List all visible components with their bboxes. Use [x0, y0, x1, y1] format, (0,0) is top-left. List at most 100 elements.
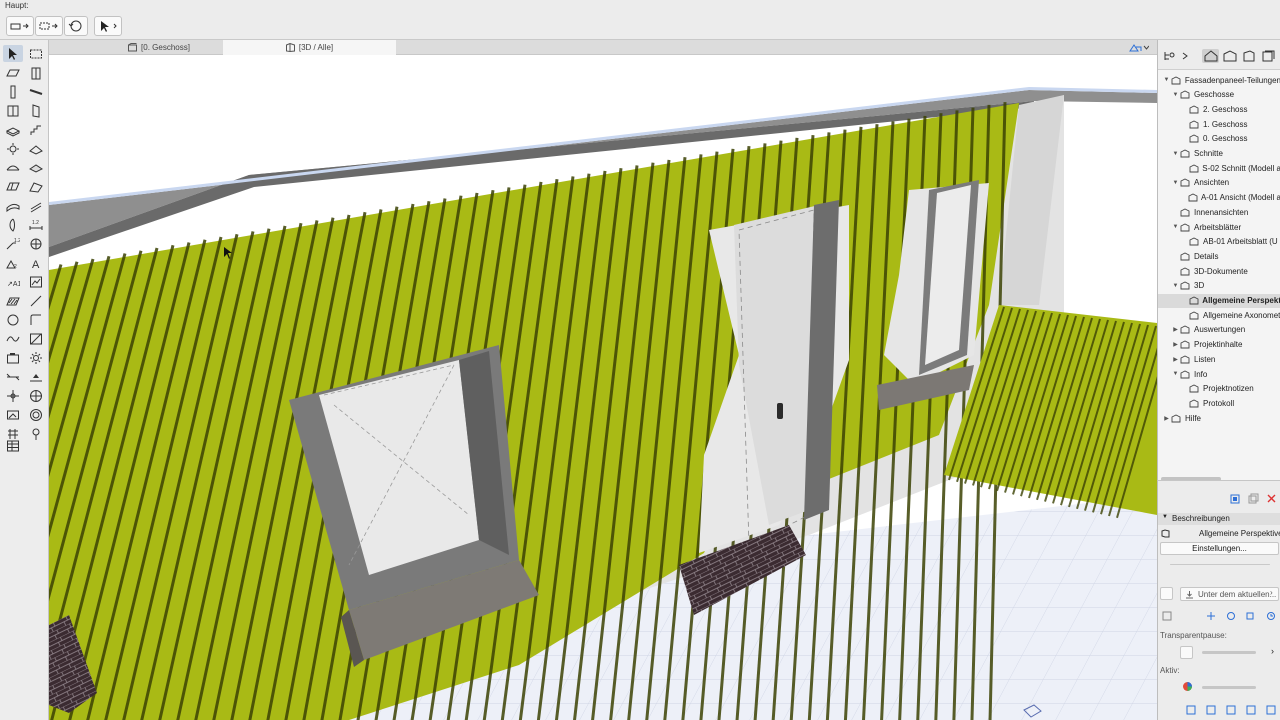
chevron-right-icon[interactable]: ▶: [1171, 341, 1180, 348]
bottom-action-icon[interactable]: [1246, 705, 1256, 717]
tree-item[interactable]: ▶ Hilfe: [1158, 411, 1280, 425]
camera-tool-icon[interactable]: [3, 349, 23, 366]
navigator-expand-button[interactable]: [1176, 49, 1193, 63]
circle-tool-icon[interactable]: [3, 311, 23, 328]
morph-tool-icon[interactable]: [26, 178, 46, 195]
level-dimension-icon[interactable]: 1.2: [3, 235, 23, 252]
stacked-views-icon[interactable]: [3, 437, 23, 454]
tree-item[interactable]: ▼ 3D: [1158, 279, 1280, 293]
chevron-down-icon[interactable]: ▼: [1171, 151, 1180, 157]
chevron-down-icon[interactable]: ▼: [1162, 77, 1171, 83]
transparency-swatch[interactable]: [1180, 646, 1193, 659]
selection-mode-button[interactable]: [35, 16, 63, 36]
interior-elevation-icon[interactable]: [3, 387, 23, 404]
lamp-tool-icon[interactable]: [3, 140, 23, 157]
tree-item[interactable]: Protokoll: [1158, 396, 1280, 410]
change-marker-icon[interactable]: [26, 406, 46, 423]
bottom-action-icon[interactable]: [1226, 705, 1236, 717]
pin-tool-icon[interactable]: [26, 425, 46, 442]
active-slider[interactable]: [1202, 686, 1256, 689]
tree-item[interactable]: ▶ Projektinhalte: [1158, 338, 1280, 352]
shell-tool-icon[interactable]: [3, 159, 23, 176]
refresh-icon[interactable]: [1266, 611, 1276, 623]
chevron-right-icon[interactable]: ▶: [1171, 326, 1180, 333]
line-tool-icon[interactable]: [26, 292, 46, 309]
tree-item[interactable]: ▶ Auswertungen: [1158, 323, 1280, 337]
tree-item[interactable]: A-01 Ansicht (Modell a: [1158, 191, 1280, 205]
chevron-down-icon[interactable]: ▼: [1171, 371, 1180, 377]
new-view-icon[interactable]: [1230, 493, 1241, 506]
label-tool-icon[interactable]: ↗A1: [3, 273, 23, 290]
door-leaf-tool-icon[interactable]: [26, 102, 46, 119]
elevation-tool-icon[interactable]: [26, 368, 46, 385]
view-map-button[interactable]: [1221, 49, 1238, 63]
move-icon[interactable]: [1206, 611, 1216, 623]
roof-tool-icon[interactable]: [26, 140, 46, 157]
text-tool-icon[interactable]: A: [26, 254, 46, 271]
settings-button[interactable]: Einstellungen...: [1160, 542, 1279, 555]
descriptions-section[interactable]: ▼ Beschreibungen: [1158, 513, 1280, 525]
chevron-right-icon[interactable]: ▶: [1162, 415, 1171, 422]
column-tool-icon[interactable]: [3, 83, 23, 100]
layout-book-button[interactable]: [1240, 49, 1257, 63]
tree-item[interactable]: 1. Geschoss: [1158, 117, 1280, 131]
marquee-tool-icon[interactable]: [26, 45, 46, 62]
tree-item[interactable]: AB-01 Arbeitsblatt (U: [1158, 235, 1280, 249]
tree-item[interactable]: 2. Geschoss: [1158, 102, 1280, 116]
zone-tool-icon[interactable]: [26, 235, 46, 252]
tree-item[interactable]: 3D-Dokumente: [1158, 264, 1280, 278]
rotate-view-button[interactable]: [64, 16, 88, 36]
railing-tool-icon[interactable]: [26, 197, 46, 214]
color-wheel-icon[interactable]: [1182, 681, 1193, 694]
tree-item[interactable]: ▼ Geschosse: [1158, 88, 1280, 102]
view-options-button[interactable]: [1123, 40, 1155, 55]
arrow-tool-icon[interactable]: [3, 45, 23, 62]
polyline-tool-icon[interactable]: [26, 311, 46, 328]
transparency-slider[interactable]: [1202, 651, 1256, 654]
tree-item[interactable]: Allgemeine Axonomet: [1158, 308, 1280, 322]
section-tool-icon[interactable]: [3, 368, 23, 385]
layer-icon[interactable]: [1162, 611, 1172, 623]
chevron-down-icon[interactable]: ▼: [1171, 92, 1180, 98]
tab-3d-view[interactable]: [3D / Alle]: [223, 40, 396, 55]
delete-view-icon[interactable]: [1266, 493, 1277, 506]
slab-tool-icon[interactable]: [3, 121, 23, 138]
skylight-tool-icon[interactable]: [26, 159, 46, 176]
mesh-tool-icon[interactable]: [3, 197, 23, 214]
clone-view-icon[interactable]: [1248, 493, 1259, 506]
hotspot-tool-icon[interactable]: [26, 330, 46, 347]
text-level-icon[interactable]: 2: [3, 254, 23, 271]
tree-item[interactable]: ▼ Fassadenpaneel-Teilungen: [1158, 73, 1280, 87]
tree-item[interactable]: Allgemeine Perspekt: [1158, 293, 1280, 308]
chevron-down-icon[interactable]: ▼: [1171, 283, 1180, 289]
tree-item[interactable]: ▼ Info: [1158, 367, 1280, 381]
beam-tool-icon[interactable]: [26, 83, 46, 100]
spline-tool-icon[interactable]: [3, 330, 23, 347]
tree-item[interactable]: ▼ Schnitte: [1158, 147, 1280, 161]
tree-item[interactable]: ▶ Listen: [1158, 352, 1280, 366]
worksheet-tool-icon[interactable]: [26, 387, 46, 404]
window-tool-icon[interactable]: [3, 102, 23, 119]
copy-icon[interactable]: [1246, 611, 1256, 623]
project-map-button[interactable]: [1202, 49, 1219, 63]
publisher-sets-button[interactable]: [1259, 49, 1276, 63]
door-tool-icon[interactable]: [26, 64, 46, 81]
object-tool-icon[interactable]: [3, 216, 23, 233]
chevron-down-icon[interactable]: ▼: [1171, 180, 1180, 186]
placement-dropdown[interactable]: Unter dem aktuellen...: [1180, 587, 1279, 601]
curtain-wall-tool-icon[interactable]: [3, 178, 23, 195]
tree-item[interactable]: Innenansichten: [1158, 205, 1280, 219]
3d-model-scene[interactable]: [49, 55, 1157, 720]
arrow-tool-button[interactable]: [94, 16, 122, 36]
tree-item[interactable]: ▼ Ansichten: [1158, 176, 1280, 190]
bottom-action-icon[interactable]: [1206, 705, 1216, 717]
rotate-icon[interactable]: [1226, 611, 1236, 623]
sun-tool-icon[interactable]: [26, 349, 46, 366]
tree-item[interactable]: S-02 Schnitt (Modell a: [1158, 161, 1280, 175]
chevron-right-icon[interactable]: ▶: [1171, 356, 1180, 363]
figure-tool-icon[interactable]: [26, 273, 46, 290]
bottom-action-icon[interactable]: [1186, 705, 1196, 717]
fill-tool-icon[interactable]: [3, 292, 23, 309]
tree-item[interactable]: Details: [1158, 249, 1280, 263]
tree-item[interactable]: Projektnotizen: [1158, 382, 1280, 396]
